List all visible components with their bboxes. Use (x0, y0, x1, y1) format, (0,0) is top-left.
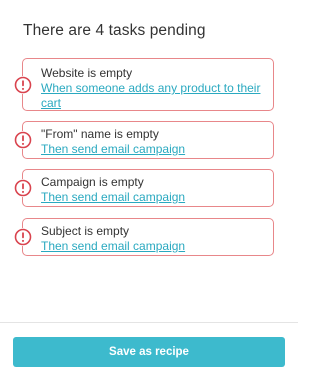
footer: Save as recipe (0, 322, 298, 379)
task-title: "From" name is empty (41, 127, 159, 141)
task-card: Website is empty When someone adds any p… (14, 58, 274, 111)
exclamation-circle-icon (14, 179, 32, 197)
exclamation-circle-icon (14, 228, 32, 246)
task-link[interactable]: Then send email campaign (41, 190, 265, 205)
task-card: Campaign is empty Then send email campai… (14, 169, 274, 207)
task-card: "From" name is empty Then send email cam… (14, 121, 274, 159)
task-card: Subject is empty Then send email campaig… (14, 218, 274, 256)
task-title: Campaign is empty (41, 175, 144, 189)
save-as-recipe-button[interactable]: Save as recipe (13, 337, 285, 367)
pending-tasks-heading: There are 4 tasks pending (23, 22, 206, 39)
task-title: Website is empty (41, 66, 133, 80)
exclamation-circle-icon (14, 131, 32, 149)
task-title: Subject is empty (41, 224, 130, 238)
task-link[interactable]: Then send email campaign (41, 239, 265, 254)
pending-tasks-panel: There are 4 tasks pending Website is emp… (0, 0, 298, 379)
task-link[interactable]: Then send email campaign (41, 142, 265, 157)
task-link[interactable]: When someone adds any product to their c… (41, 81, 265, 111)
exclamation-circle-icon (14, 75, 32, 94)
